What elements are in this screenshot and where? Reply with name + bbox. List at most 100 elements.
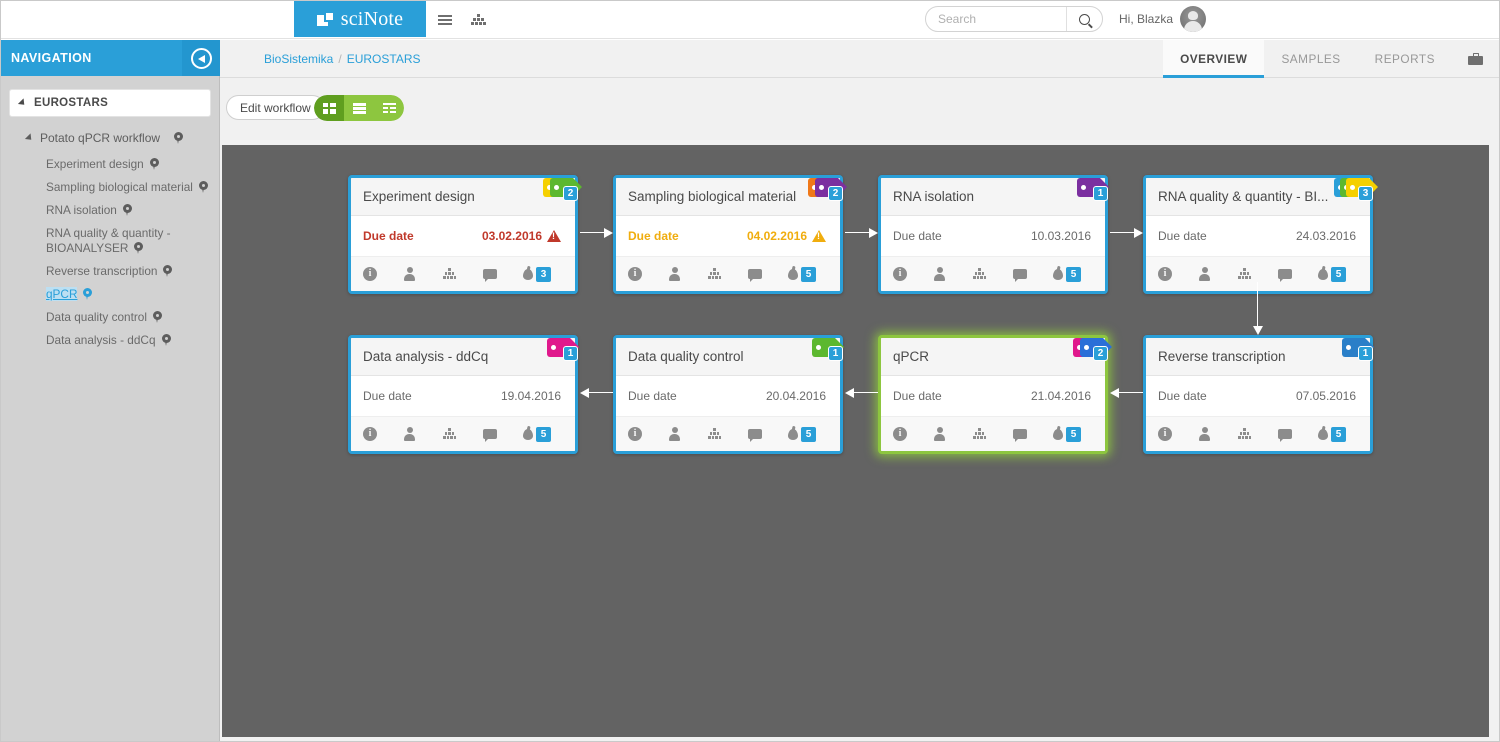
modules-grid-icon[interactable] <box>467 9 489 31</box>
sidebar-item-experiment-design[interactable]: Experiment design <box>1 149 219 172</box>
assigned-user-icon[interactable] <box>668 427 708 441</box>
sidebar-project-header[interactable]: EUROSTARS <box>9 89 211 117</box>
info-icon[interactable]: i <box>893 427 933 441</box>
info-icon[interactable]: i <box>628 267 668 281</box>
tab-overview[interactable]: OVERVIEW <box>1163 40 1264 78</box>
sidebar-item-data-quality-control[interactable]: Data quality control <box>1 302 219 325</box>
workflow-card-reverse-transcription[interactable]: Reverse transcription 1 Due date 07.05.2… <box>1143 335 1373 454</box>
sidebar-item-qpcr[interactable]: qPCR <box>1 279 219 302</box>
card-tags[interactable]: 1 <box>805 335 843 365</box>
workflow-card-data-quality-control[interactable]: Data quality control 1 Due date 20.04.20… <box>613 335 843 454</box>
workflow-canvas[interactable]: Experiment design 2 Due date 03.02.2016 <box>222 145 1489 737</box>
protocol-drop-icon[interactable]: 5 <box>1318 427 1358 442</box>
sidebar-workflow-node[interactable]: Potato qPCR workflow <box>27 131 219 145</box>
assigned-user-icon[interactable] <box>668 267 708 281</box>
tab-label: SAMPLES <box>1281 52 1340 66</box>
sidebar-item-sampling-biological-material[interactable]: Sampling biological material <box>1 172 219 195</box>
tab-samples[interactable]: SAMPLES <box>1264 40 1357 78</box>
comments-icon[interactable] <box>483 269 523 279</box>
map-pin-icon[interactable] <box>174 132 183 144</box>
protocol-drop-icon[interactable]: 5 <box>523 427 563 442</box>
workflow-card-experiment-design[interactable]: Experiment design 2 Due date 03.02.2016 <box>348 175 578 294</box>
assigned-user-icon[interactable] <box>933 427 973 441</box>
card-due-row: Due date 21.04.2016 <box>881 376 1105 417</box>
user-avatar-icon[interactable] <box>1180 6 1206 32</box>
hamburger-menu-icon[interactable] <box>434 9 456 31</box>
assigned-user-icon[interactable] <box>1198 267 1238 281</box>
card-tags[interactable]: 1 <box>540 335 578 365</box>
protocol-drop-icon[interactable]: 3 <box>523 267 563 282</box>
sidebar-item-data-analysis-ddcq[interactable]: Data analysis - ddCq <box>1 325 219 348</box>
sidebar-collapse-button[interactable] <box>182 40 220 76</box>
info-icon[interactable]: i <box>363 427 403 441</box>
table-view-button[interactable] <box>374 95 404 121</box>
workflow-card-rna-quality-quantity[interactable]: RNA quality & quantity - BI... 3 Due dat… <box>1143 175 1373 294</box>
map-pin-icon[interactable] <box>153 311 162 323</box>
sidebar-item-reverse-transcription[interactable]: Reverse transcription <box>1 256 219 279</box>
comments-icon[interactable] <box>483 429 523 439</box>
tab-archive[interactable] <box>1452 40 1499 78</box>
map-pin-icon[interactable] <box>163 265 172 277</box>
comments-icon[interactable] <box>1278 269 1318 279</box>
comments-icon[interactable] <box>748 429 788 439</box>
comments-icon[interactable] <box>1013 429 1053 439</box>
assigned-user-icon[interactable] <box>1198 427 1238 441</box>
map-pin-icon[interactable] <box>199 181 208 193</box>
map-pin-icon[interactable] <box>162 334 171 346</box>
workflow-card-sampling-biological-material[interactable]: Sampling biological material 2 Due date … <box>613 175 843 294</box>
samples-icon[interactable] <box>443 428 483 440</box>
map-pin-icon[interactable] <box>123 204 132 216</box>
breadcrumb-current[interactable]: EUROSTARS <box>347 52 421 66</box>
breadcrumb-root[interactable]: BioSistemika <box>264 52 333 66</box>
search-box[interactable] <box>925 6 1103 32</box>
search-input[interactable] <box>926 7 1066 31</box>
samples-icon[interactable] <box>1238 268 1278 280</box>
info-icon[interactable]: i <box>1158 267 1198 281</box>
samples-icon[interactable] <box>1238 428 1278 440</box>
protocol-drop-icon[interactable]: 5 <box>1053 267 1093 282</box>
card-tags[interactable]: 2 <box>1070 335 1108 365</box>
info-icon[interactable]: i <box>628 427 668 441</box>
map-pin-icon[interactable] <box>134 242 143 254</box>
map-pin-icon[interactable] <box>150 158 159 170</box>
samples-icon[interactable] <box>443 268 483 280</box>
comments-icon[interactable] <box>1278 429 1318 439</box>
samples-icon[interactable] <box>708 428 748 440</box>
list-view-button[interactable] <box>344 95 374 121</box>
card-tags[interactable]: 2 <box>805 175 843 205</box>
scinote-brand-logo[interactable]: sciNote <box>294 1 426 37</box>
assigned-user-icon[interactable] <box>933 267 973 281</box>
edit-workflow-button[interactable]: Edit workflow <box>226 95 325 120</box>
info-icon[interactable]: i <box>363 267 403 281</box>
grid-view-button[interactable] <box>314 95 344 121</box>
assigned-user-icon[interactable] <box>403 427 443 441</box>
protocol-drop-icon[interactable]: 5 <box>788 427 828 442</box>
workflow-card-rna-isolation[interactable]: RNA isolation 1 Due date 10.03.2016 <box>878 175 1108 294</box>
sidebar-item-rna-quality-quantity[interactable]: RNA quality & quantity - BIOANALYSER <box>1 218 219 256</box>
map-pin-icon[interactable] <box>83 288 92 300</box>
info-icon[interactable]: i <box>1158 427 1198 441</box>
protocol-drop-icon[interactable]: 5 <box>788 267 828 282</box>
assigned-user-icon[interactable] <box>403 267 443 281</box>
tab-reports[interactable]: REPORTS <box>1358 40 1452 78</box>
comments-icon[interactable] <box>1013 269 1053 279</box>
workflow-card-data-analysis-ddcq[interactable]: Data analysis - ddCq 1 Due date 19.04.20… <box>348 335 578 454</box>
user-menu[interactable]: Hi, Blazka <box>1119 5 1206 33</box>
samples-icon[interactable] <box>973 268 1013 280</box>
card-tags[interactable]: 3 <box>1335 175 1373 205</box>
card-tags[interactable]: 1 <box>1070 175 1108 205</box>
due-date-value-wrap: 20.04.2016 <box>766 389 826 403</box>
samples-icon[interactable] <box>708 268 748 280</box>
card-title: qPCR <box>893 349 929 364</box>
sidebar-item-rna-isolation[interactable]: RNA isolation <box>1 195 219 218</box>
samples-icon[interactable] <box>973 428 1013 440</box>
connector-arrow-right <box>1110 227 1143 238</box>
card-tags[interactable]: 1 <box>1335 335 1373 365</box>
comments-icon[interactable] <box>748 269 788 279</box>
workflow-card-qpcr[interactable]: qPCR 2 Due date 21.04.2016 <box>878 335 1108 454</box>
info-icon[interactable]: i <box>893 267 933 281</box>
protocol-drop-icon[interactable]: 5 <box>1318 267 1358 282</box>
protocol-drop-icon[interactable]: 5 <box>1053 427 1093 442</box>
card-tags[interactable]: 2 <box>540 175 578 205</box>
search-button[interactable] <box>1066 7 1102 31</box>
